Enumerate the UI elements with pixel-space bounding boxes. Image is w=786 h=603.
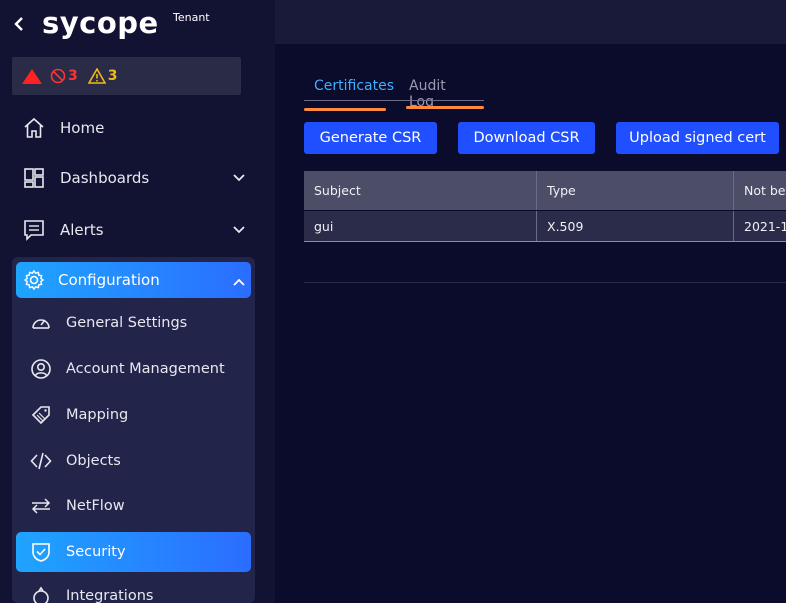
tag-icon (30, 404, 52, 426)
blocked-count[interactable]: 3 (50, 68, 78, 84)
tab-certificates[interactable]: Certificates (314, 78, 394, 94)
sidebar: sycope Tenant 3 3 Home Dashboards Alerts… (0, 0, 275, 603)
sub-label-general-settings: General Settings (66, 315, 188, 331)
warning-count-value: 3 (107, 68, 118, 84)
arrows-exchange-icon (30, 495, 52, 517)
nav-label-alerts: Alerts (60, 221, 104, 239)
sycope-logo: sycope (42, 6, 159, 40)
tab-certificates-highlight (304, 108, 386, 111)
blocked-icon (50, 68, 66, 84)
brand-header: sycope Tenant (0, 0, 275, 52)
tab-underline (304, 100, 484, 101)
generate-csr-button[interactable]: Generate CSR (304, 122, 437, 154)
blocked-count-value: 3 (68, 68, 78, 84)
table-row[interactable]: gui X.509 2021-10 (304, 211, 786, 241)
sub-label-mapping: Mapping (66, 407, 129, 423)
sub-item-objects[interactable]: Objects (16, 441, 251, 481)
alerts-icon (22, 218, 46, 242)
sub-label-account-management: Account Management (66, 361, 225, 377)
table-footer-divider (304, 282, 786, 283)
user-circle-icon (30, 358, 52, 380)
sub-label-objects: Objects (66, 453, 121, 469)
cell-type: X.509 (547, 218, 584, 234)
nav-label-dashboards: Dashboards (60, 169, 150, 187)
nav-item-configuration[interactable]: Configuration (16, 262, 251, 298)
top-bar (275, 0, 786, 44)
column-header-not-before[interactable]: Not bef (734, 171, 786, 210)
sub-item-general-settings[interactable]: General Settings (16, 303, 251, 343)
sub-label-security: Security (66, 544, 126, 560)
back-chevron-icon[interactable] (12, 14, 26, 34)
chevron-down-icon[interactable] (231, 222, 247, 238)
speedometer-icon (30, 312, 52, 334)
warning-icon (87, 68, 106, 84)
column-header-type[interactable]: Type (537, 171, 733, 210)
chevron-down-icon[interactable] (231, 170, 247, 186)
nav-label-configuration: Configuration (58, 271, 160, 289)
sub-item-mapping[interactable]: Mapping (16, 395, 251, 435)
cell-subject: gui (314, 218, 334, 234)
integrations-icon (30, 585, 52, 603)
chevron-up-icon[interactable] (233, 272, 245, 290)
download-csr-button[interactable]: Download CSR (458, 122, 595, 154)
sub-item-account-management[interactable]: Account Management (16, 349, 251, 389)
upload-signed-cert-button[interactable]: Upload signed cert (616, 122, 779, 154)
critical-triangle-icon (22, 68, 42, 84)
row-divider (304, 241, 786, 242)
sub-label-integrations: Integrations (66, 588, 154, 603)
warning-count[interactable]: 3 (87, 68, 118, 84)
sub-label-netflow: NetFlow (66, 498, 125, 514)
shield-icon (30, 541, 52, 563)
table-header: Subject Type Not bef (304, 171, 786, 210)
sub-item-netflow[interactable]: NetFlow (16, 486, 251, 526)
sub-item-security[interactable]: Security (16, 532, 251, 572)
code-icon (30, 450, 52, 472)
tab-audit-log-highlight (406, 106, 484, 109)
nav-label-home: Home (60, 119, 105, 137)
home-icon (22, 116, 46, 140)
tenant-label: Tenant (173, 11, 210, 24)
gear-icon (22, 268, 46, 292)
alerts-summary-bar[interactable]: 3 3 (12, 57, 241, 95)
sub-item-integrations[interactable]: Integrations (16, 576, 251, 603)
column-header-subject[interactable]: Subject (304, 171, 536, 210)
nav-item-alerts[interactable]: Alerts (16, 212, 251, 248)
nav-item-dashboards[interactable]: Dashboards (16, 160, 251, 196)
nav-item-home[interactable]: Home (16, 110, 251, 146)
cell-not-before: 2021-10 (744, 218, 786, 234)
dashboards-icon (22, 166, 46, 190)
